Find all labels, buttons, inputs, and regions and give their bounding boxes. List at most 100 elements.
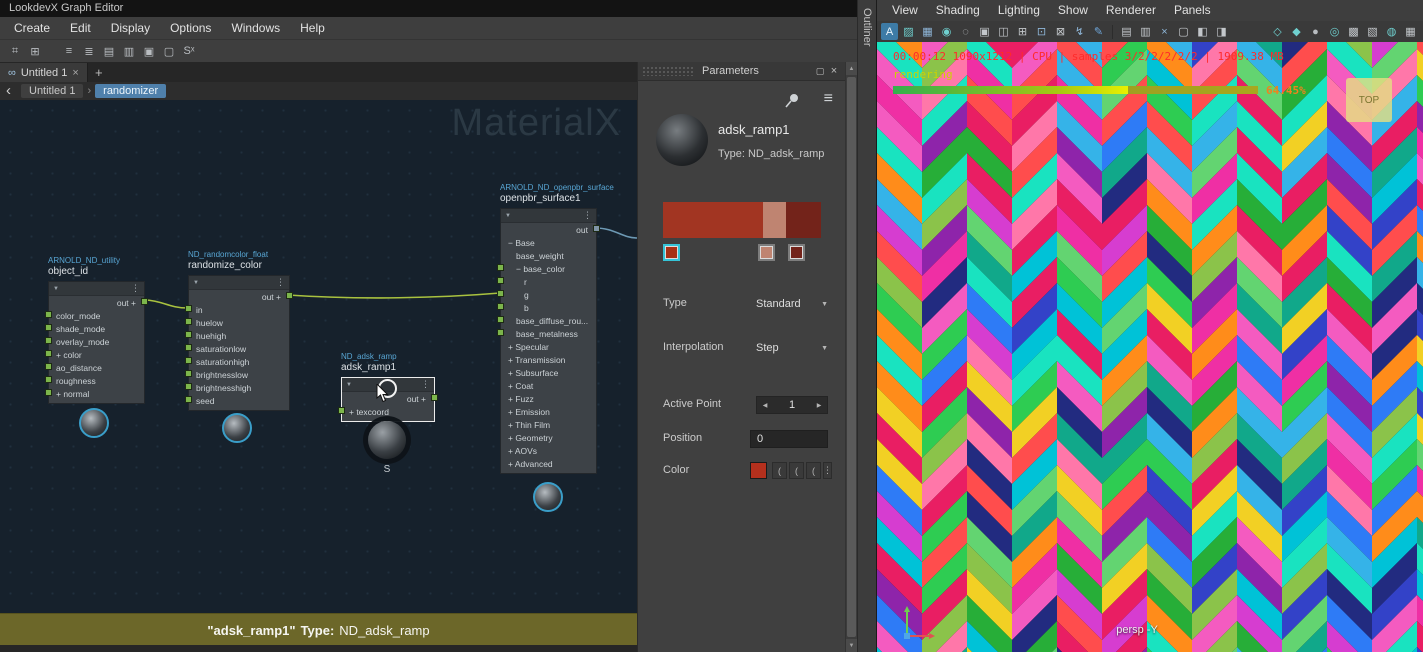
node-menu-icon[interactable]: ⋮ (583, 211, 592, 220)
viewport-menu-shading[interactable]: Shading (927, 0, 989, 21)
resolution-gate-icon[interactable]: ◫ (995, 23, 1012, 40)
distribute-horizontal-icon[interactable]: ▤ (100, 42, 118, 60)
node-port[interactable] (45, 311, 52, 318)
image-plane-icon[interactable]: ▥ (1137, 23, 1154, 40)
node-port[interactable] (185, 331, 192, 338)
node-port[interactable] (185, 383, 192, 390)
node-port[interactable] (497, 277, 504, 284)
window-titlebar[interactable]: LookdevX Graph Editor (0, 0, 857, 17)
frame-selection-icon[interactable]: ▣ (140, 42, 158, 60)
tab-close-icon[interactable]: × (72, 67, 78, 79)
collapse-chevron-icon[interactable]: ▼ (346, 382, 352, 388)
parameters-header[interactable]: Parameters ▢ × (638, 62, 845, 81)
collapse-chevron-icon[interactable]: ▼ (505, 213, 511, 219)
add-tab-button[interactable]: + (88, 63, 110, 82)
shaded-ball-icon[interactable]: ◉ (938, 23, 955, 40)
shaded-cube-icon[interactable]: ◆ (1288, 23, 1305, 40)
ramp-segment-0[interactable] (663, 202, 763, 238)
node-randomize_color[interactable]: ▼ ⋮ out + in huelow huehigh saturationlow satur… (185, 275, 293, 411)
shadow-icon[interactable]: ▧ (1364, 23, 1381, 40)
breadcrumb-item-untitled-1[interactable]: Untitled 1 (21, 84, 84, 98)
add-node-icon[interactable]: ⌗ (6, 42, 24, 60)
node-openpbr_surface1[interactable]: ▼ ⋮ out − Base base_weight − base_color r g b bas… (497, 208, 600, 474)
parameters-scrollbar[interactable]: ▲ ▼ (845, 62, 857, 652)
menu-create[interactable]: Create (4, 17, 60, 39)
node-port[interactable] (45, 324, 52, 331)
node-port[interactable] (185, 305, 192, 312)
lighting-icon[interactable]: ↯ (1071, 23, 1088, 40)
back-chevron-icon[interactable]: ‹ (4, 83, 17, 100)
increment-icon[interactable]: ▶ (811, 402, 827, 409)
viewport-menu-view[interactable]: View (883, 0, 927, 21)
auto-layout-icon[interactable]: ⊞ (26, 42, 44, 60)
film-gate-icon[interactable]: ▣ (976, 23, 993, 40)
ramp-segment-2[interactable] (786, 202, 821, 238)
float-panel-icon[interactable]: ▢ (813, 66, 827, 77)
wire-1[interactable] (287, 292, 501, 299)
textured-sphere-icon[interactable]: ● (1307, 23, 1324, 40)
camera-lock-icon[interactable]: ⊠ (1052, 23, 1069, 40)
paint-effects-icon[interactable]: ✎ (1090, 23, 1107, 40)
panel-grip-icon[interactable] (642, 66, 694, 76)
ramp-gradient-widget[interactable] (663, 202, 821, 238)
close-panel-icon[interactable]: × (827, 65, 841, 77)
gate-mask-icon[interactable]: ⊞ (1014, 23, 1031, 40)
menu-display[interactable]: Display (101, 17, 160, 39)
pin-icon[interactable] (783, 92, 801, 110)
menu-windows[interactable]: Windows (221, 17, 290, 39)
color-slider-button[interactable]: ( (789, 462, 804, 479)
position-input[interactable]: 0 (750, 430, 828, 448)
menu-help[interactable]: Help (290, 17, 335, 39)
node-port[interactable] (45, 363, 52, 370)
ramp-stop-2[interactable] (787, 244, 805, 261)
node-menu-icon[interactable]: ⋮ (131, 284, 140, 293)
ramp-stop-0[interactable] (663, 244, 680, 261)
occlusion-icon[interactable]: ◍ (1383, 23, 1400, 40)
scrollbar-thumb[interactable] (847, 77, 856, 637)
xray-icon[interactable]: × (1156, 23, 1173, 40)
node-port[interactable] (45, 389, 52, 396)
ramp-segment-1[interactable] (762, 202, 787, 238)
node-port[interactable] (497, 290, 504, 297)
light-sphere-icon[interactable]: ◎ (1326, 23, 1343, 40)
node-port[interactable] (497, 329, 504, 336)
material-preview-badge[interactable] (222, 413, 252, 443)
node-object_id[interactable]: ▼ ⋮ out + color_mode shade_mode overlay_mode +… (45, 281, 148, 404)
node-port[interactable] (185, 370, 192, 377)
viewport-menu-show[interactable]: Show (1049, 0, 1097, 21)
viewport-menu-panels[interactable]: Panels (1165, 0, 1220, 21)
node-graph-canvas[interactable]: MaterialX ARNOLD_ND_utility object_id ▼ ⋮ ou… (0, 100, 637, 613)
checker-map-icon[interactable]: ▩ (1345, 23, 1362, 40)
interpolation-dropdown[interactable]: Step ▼ (756, 338, 828, 358)
align-left-icon[interactable]: ≡ (60, 42, 78, 60)
wire-sphere-icon[interactable]: ◌ (957, 23, 974, 40)
node-port[interactable] (185, 357, 192, 364)
color-swatch[interactable] (750, 462, 767, 479)
active-point-stepper[interactable]: ◀ 1 ▶ (756, 396, 828, 414)
node-port[interactable] (45, 350, 52, 357)
isolate-select-icon[interactable]: ▤ (1118, 23, 1135, 40)
collapse-chevron-icon[interactable]: ▼ (193, 280, 199, 286)
view-axis-gizmo[interactable]: TOP (1346, 78, 1392, 122)
node-port[interactable] (286, 292, 293, 299)
texture-map-button[interactable]: ⋮ (823, 462, 832, 479)
node-port[interactable] (45, 337, 52, 344)
node-port[interactable] (497, 303, 504, 310)
menu-options[interactable]: Options (160, 17, 221, 39)
texture-view-icon[interactable]: ▨ (900, 23, 917, 40)
material-preview-badge[interactable] (79, 408, 109, 438)
arnold-render-view[interactable]: 00:00:12 1090x1212 | CPU | samples 3/2/2… (877, 42, 1423, 652)
wireframe-cube-icon[interactable]: ◇ (1269, 23, 1286, 40)
node-port[interactable] (497, 264, 504, 271)
wire-2[interactable] (594, 227, 637, 239)
distribute-vertical-icon[interactable]: ▥ (120, 42, 138, 60)
node-port[interactable] (497, 316, 504, 323)
field-chart-icon[interactable]: ⊡ (1033, 23, 1050, 40)
stereo-right-icon[interactable]: ◨ (1213, 23, 1230, 40)
stereo-left-icon[interactable]: ◧ (1194, 23, 1211, 40)
ramp-stop-1[interactable] (757, 244, 775, 261)
collapse-chevron-icon[interactable]: ▼ (53, 286, 59, 292)
panel-menu-icon[interactable]: ≡ (824, 90, 833, 108)
node-port[interactable] (185, 344, 192, 351)
breadcrumb-item-randomizer[interactable]: randomizer (95, 84, 167, 98)
